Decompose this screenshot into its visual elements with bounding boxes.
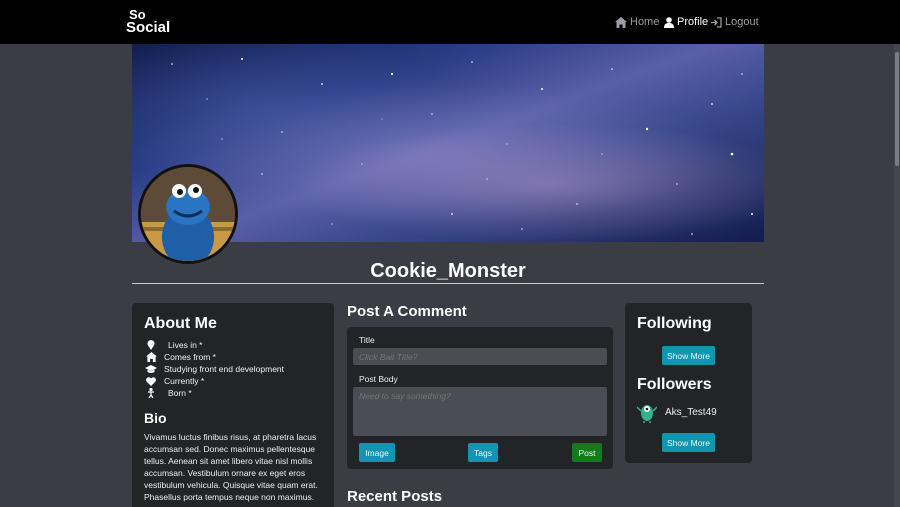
follow-card: Following Show More Followers Show More bbox=[625, 303, 752, 463]
about-item-label: Born * bbox=[168, 388, 192, 398]
follower-name: Aks_Test49 bbox=[665, 406, 717, 418]
image-button[interactable]: Image bbox=[359, 443, 395, 462]
about-item-comes-from: Comes from * bbox=[144, 351, 216, 363]
logout-icon bbox=[711, 16, 722, 28]
profile-avatar[interactable] bbox=[138, 164, 238, 264]
about-item-label: Lives in * bbox=[168, 340, 203, 350]
graduation-cap-icon bbox=[144, 364, 158, 374]
recent-posts-heading: Recent Posts bbox=[347, 488, 443, 505]
about-item-label: Studying front end development bbox=[164, 364, 285, 374]
home-icon bbox=[144, 352, 158, 362]
nav-home-link[interactable]: Home bbox=[615, 14, 659, 30]
post-comment-card: Title Post Body Image Tags Post bbox=[347, 327, 613, 469]
nav-logout-label: Logout bbox=[725, 16, 759, 28]
about-item-label: Currently * bbox=[164, 376, 205, 386]
about-me-title: About Me bbox=[144, 315, 217, 332]
baby-icon bbox=[144, 388, 158, 398]
followers-title: Followers bbox=[637, 376, 712, 393]
top-navbar: So Social Home Profile Logout bbox=[0, 0, 900, 44]
profile-username: Cookie_Monster bbox=[370, 260, 526, 282]
so-social-logo[interactable]: So Social bbox=[126, 8, 171, 36]
nav-profile-link[interactable]: Profile bbox=[664, 14, 708, 30]
post-comment-heading: Post A Comment bbox=[347, 303, 467, 320]
post-body-textarea[interactable] bbox=[353, 387, 607, 436]
body-field-label: Post Body bbox=[359, 374, 398, 384]
cookie-monster-avatar-image bbox=[141, 167, 235, 261]
post-button[interactable]: Post bbox=[572, 443, 602, 462]
about-item-label: Comes from * bbox=[164, 352, 216, 362]
username-divider bbox=[132, 283, 764, 284]
about-item-studying: Studying front end development bbox=[144, 363, 284, 375]
nav-home-label: Home bbox=[630, 16, 660, 28]
user-icon bbox=[664, 16, 674, 28]
about-item-currently: Currently * bbox=[144, 375, 204, 387]
page-scrollbar-thumb[interactable] bbox=[895, 52, 899, 166]
bio-title: Bio bbox=[144, 410, 167, 426]
title-field-label: Title bbox=[359, 335, 375, 345]
follower-item[interactable]: Aks_Test49 bbox=[637, 401, 717, 423]
tags-button[interactable]: Tags bbox=[468, 443, 498, 462]
home-icon bbox=[615, 16, 627, 28]
logo-text-line2: Social bbox=[126, 19, 171, 36]
bio-text: Vivamus luctus finibus risus, at pharetr… bbox=[144, 432, 318, 502]
post-title-input[interactable] bbox=[353, 348, 607, 365]
following-show-more-button[interactable]: Show More bbox=[662, 346, 715, 365]
nav-logout-link[interactable]: Logout bbox=[711, 14, 759, 30]
nav-profile-label: Profile bbox=[677, 16, 709, 28]
about-item-lives-in: Lives in * bbox=[144, 339, 203, 351]
about-item-born: Born * bbox=[144, 387, 192, 399]
following-title: Following bbox=[637, 315, 712, 332]
heart-icon bbox=[144, 376, 158, 386]
follower-avatar-icon bbox=[637, 405, 657, 423]
map-pin-icon bbox=[144, 340, 158, 350]
followers-show-more-button[interactable]: Show More bbox=[662, 433, 715, 452]
